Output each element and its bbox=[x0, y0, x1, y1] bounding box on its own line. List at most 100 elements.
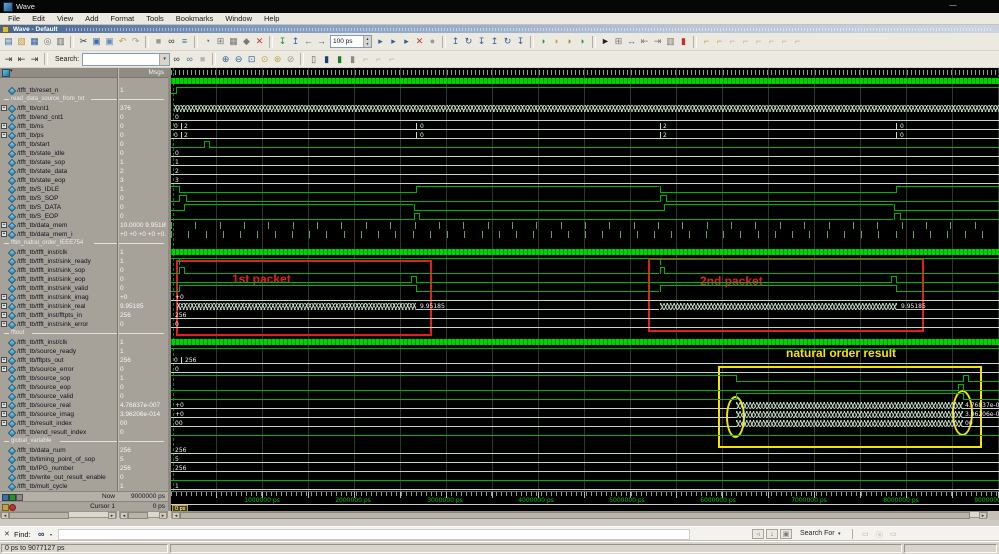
save-icon[interactable]: ▦ bbox=[28, 35, 41, 48]
zoom-mode-icon[interactable]: ⊞ bbox=[612, 35, 625, 48]
continue-run-icon[interactable]: ▸ bbox=[387, 35, 400, 48]
minimize-button[interactable]: — bbox=[944, 1, 962, 11]
expand-plus-icon[interactable]: + bbox=[1, 303, 7, 309]
signal-row[interactable]: /tfft_tb/end_cnt10 bbox=[0, 113, 168, 122]
signal-row[interactable]: +/tfft_tb/source_imag3.96206e-014 bbox=[0, 410, 168, 419]
run-icon[interactable]: ▸ bbox=[374, 35, 387, 48]
expand-plus-icon[interactable]: + bbox=[1, 366, 7, 372]
signal-row[interactable]: +/tfft_tb/result_index00 bbox=[0, 419, 168, 428]
signal-group-divider[interactable]: fftout bbox=[0, 329, 168, 338]
open-file-icon[interactable]: ▧ bbox=[15, 35, 28, 48]
toggle-leaf-names-icon[interactable]: ▮ bbox=[677, 35, 690, 48]
add-selected-to-window-icon[interactable]: ⇥ bbox=[2, 53, 15, 66]
close-icon[interactable]: ✕ bbox=[4, 530, 10, 538]
break-icon[interactable]: ✕ bbox=[413, 35, 426, 48]
add-selected-to-region-icon[interactable]: ⇤ bbox=[15, 53, 28, 66]
search-input[interactable]: ▾ bbox=[82, 53, 170, 66]
expand-plus-icon[interactable]: + bbox=[1, 231, 7, 237]
signal-row[interactable]: /tfft_tb/tfft_inst/sink_ready1 bbox=[0, 257, 168, 266]
edge-any-icon[interactable]: ⌐ bbox=[778, 35, 791, 48]
regex-checkbox[interactable]: ▭ bbox=[890, 530, 897, 538]
run-length-input[interactable]: 100 ps▴▾ bbox=[330, 35, 372, 48]
scroll-right-arrow[interactable]: ▸ bbox=[159, 512, 167, 519]
center-cursor-icon[interactable]: ↻ bbox=[501, 35, 514, 48]
signal-row[interactable]: /tfft_tb/tfft_inst/clk1 bbox=[0, 338, 168, 347]
signal-row[interactable] bbox=[0, 77, 168, 86]
insertion-follow-icon[interactable]: ↻ bbox=[462, 35, 475, 48]
signal-row[interactable]: /tfft_tb/source_ready1 bbox=[0, 347, 168, 356]
find-prev-button[interactable]: ◃ bbox=[752, 529, 764, 539]
signal-row[interactable]: /tfft_tb/mult_cycle1 bbox=[0, 482, 168, 491]
signal-row[interactable]: /tfft_tb/IPG_number256 bbox=[0, 464, 168, 473]
signal-row[interactable]: /tfft_tb/source_valid0 bbox=[0, 392, 168, 401]
names-header-icon[interactable] bbox=[2, 69, 10, 77]
values-scroll-thumb[interactable] bbox=[128, 512, 148, 519]
binoculars-icon[interactable]: ∞ bbox=[38, 529, 44, 539]
expand-plus-icon[interactable]: + bbox=[1, 123, 7, 129]
expand-plus-icon[interactable]: + bbox=[1, 132, 7, 138]
signal-row[interactable]: +/tfft_tb/source_error0 bbox=[0, 365, 168, 374]
menu-help[interactable]: Help bbox=[258, 14, 285, 23]
add-wave-icon[interactable]: ◗ bbox=[537, 35, 550, 48]
add-selected-to-dataset-icon[interactable]: ⇥ bbox=[28, 53, 41, 66]
signal-row[interactable]: /tfft_tb/state_sop1 bbox=[0, 158, 168, 167]
edge-next-icon[interactable]: ⌐ bbox=[739, 35, 752, 48]
sim-time-icon[interactable]: ◔ bbox=[201, 35, 214, 48]
expand-plus-icon[interactable]: + bbox=[1, 321, 7, 327]
grid-icon[interactable] bbox=[9, 494, 16, 501]
object-icon[interactable]: ■ bbox=[152, 35, 165, 48]
whole-word-checkbox[interactable]: ⓐ bbox=[876, 530, 883, 540]
signal-row[interactable]: +/tfft_tb/cnt1376 bbox=[0, 104, 168, 113]
step-back-icon[interactable]: ← bbox=[302, 35, 315, 48]
collapse-time-icon[interactable]: ⌐ bbox=[713, 35, 726, 48]
menu-format[interactable]: Format bbox=[105, 14, 141, 23]
chevron-down-icon[interactable]: ▾ bbox=[838, 531, 841, 537]
signal-row[interactable]: +/tfft_tb/ps0 bbox=[0, 131, 168, 140]
find-input[interactable] bbox=[58, 529, 690, 540]
spinner-arrows[interactable]: ▴▾ bbox=[363, 36, 371, 47]
signal-row[interactable]: /tfft_tb/tfft_inst/sink_valid0 bbox=[0, 284, 168, 293]
menu-file[interactable]: File bbox=[2, 14, 26, 23]
names-scrollbar[interactable]: ◂ ▸ bbox=[0, 511, 117, 518]
signal-row[interactable]: /tfft_tb/tfft_inst/clk1 bbox=[0, 248, 168, 257]
signal-row[interactable]: /tfft_tb/source_sop1 bbox=[0, 374, 168, 383]
signal-row[interactable]: +/tfft_tb/data_mem_i+0 +0 +0 +0 +0... bbox=[0, 230, 168, 239]
scroll-left-arrow[interactable]: ◂ bbox=[172, 512, 180, 519]
menu-bookmarks[interactable]: Bookmarks bbox=[170, 14, 220, 23]
wave-scroll-thumb[interactable] bbox=[180, 512, 970, 519]
zoom-range-icon[interactable]: ⊛ bbox=[271, 53, 284, 66]
new-file-icon[interactable]: ▤ bbox=[2, 35, 15, 48]
menu-window[interactable]: Window bbox=[219, 14, 258, 23]
signal-row[interactable]: /tfft_tb/S_SOP0 bbox=[0, 194, 168, 203]
collapse-icon[interactable]: ≡ bbox=[178, 35, 191, 48]
step-up-icon[interactable]: ↥ bbox=[289, 35, 302, 48]
zoom-other-icon[interactable]: ⊘ bbox=[284, 53, 297, 66]
paste-icon[interactable]: ▣ bbox=[103, 35, 116, 48]
zoom-out-icon[interactable]: ⊖ bbox=[232, 53, 245, 66]
cursor-sync-icon[interactable]: ▮ bbox=[333, 53, 346, 66]
edit-wave-icon[interactable]: ◗ bbox=[563, 35, 576, 48]
prev-transition-icon[interactable]: ↥ bbox=[449, 35, 462, 48]
cursor-delete-icon[interactable]: ▮ bbox=[320, 53, 333, 66]
names-scroll-thumb[interactable] bbox=[9, 512, 69, 519]
signal-row[interactable]: +/tfft_tb/ns0 bbox=[0, 122, 168, 131]
show-drivers-icon[interactable]: ▥ bbox=[664, 35, 677, 48]
copy-icon[interactable]: ▣ bbox=[90, 35, 103, 48]
edge-fall-icon[interactable]: ⌐ bbox=[765, 35, 778, 48]
cursor-marker-icon[interactable] bbox=[9, 504, 16, 511]
objects-icon[interactable]: ◆ bbox=[240, 35, 253, 48]
signal-row[interactable]: /tfft_tb/tfft_inst/sink_sop0 bbox=[0, 266, 168, 275]
signal-row[interactable]: /tfft_tb/tfft_inst/sink_eop0 bbox=[0, 275, 168, 284]
cursor-lock-icon[interactable] bbox=[2, 504, 9, 511]
expand-plus-icon[interactable]: + bbox=[1, 294, 7, 300]
scroll-right-arrow[interactable]: ▸ bbox=[108, 512, 116, 519]
next-edge-icon[interactable]: ↧ bbox=[514, 35, 527, 48]
reload-icon[interactable]: ◎ bbox=[41, 35, 54, 48]
signal-row[interactable]: /tfft_tb/timing_point_of_sop5 bbox=[0, 455, 168, 464]
search-forward-icon[interactable]: ∞ bbox=[183, 53, 196, 66]
signal-row[interactable]: /tfft_tb/source_eop0 bbox=[0, 383, 168, 392]
prev-falling-edge-icon[interactable]: ⌐ bbox=[359, 53, 372, 66]
expand-time-icon[interactable]: ⌐ bbox=[700, 35, 713, 48]
chevron-down-icon[interactable]: ▾ bbox=[50, 532, 52, 537]
signal-names-panel[interactable]: ▾ Msgs /tfft_tb/reset_n1read_data_source… bbox=[0, 68, 168, 491]
